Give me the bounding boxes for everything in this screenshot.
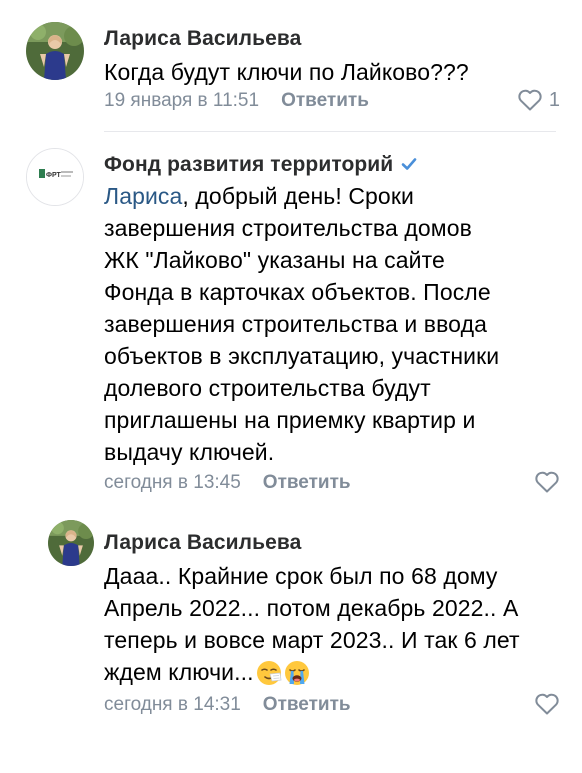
heart-icon [535,471,559,493]
heart-icon [518,89,542,111]
comment-text: Когда будут ключи по Лайково??? [104,59,469,85]
comment-date[interactable]: сегодня в 13:45 [104,472,241,493]
text-line: Лариса, добрый день! Сроки [104,183,414,209]
comment-text: Лариса, добрый день! Сроки завершения ст… [104,180,554,468]
mention-link[interactable]: Лариса [104,183,182,209]
comment-author[interactable]: Фонд развития территорий [104,153,419,177]
comment-meta: сегодня в 13:45 Ответить [104,472,351,494]
reply-button[interactable]: Ответить [263,694,351,715]
text-line: объектов в эксплуатацию, участники [104,343,500,369]
text-line: Дааа.. Крайние срок был по 68 дому [104,563,498,589]
comment-date[interactable]: 19 января в 11:51 [104,90,259,111]
sneezing-face-emoji [256,661,282,685]
loudly-crying-face-emoji [284,661,309,685]
like-count: 1 [548,88,560,111]
heart-icon [535,693,559,715]
text-line: долевого строительства будут [104,375,431,401]
svg-text:ФРТ: ФРТ [46,172,62,179]
like-button[interactable] [534,470,560,494]
comment-meta: 19 января в 11:51 Ответить [104,90,369,112]
like-button[interactable] [534,692,560,716]
comment-meta: сегодня в 14:31 Ответить [104,694,351,716]
text-line: приглашены на приемку квартир и [104,407,476,433]
author-name[interactable]: Фонд развития территорий [104,153,393,176]
comment-author[interactable]: Лариса Васильева [104,531,301,555]
text-line: завершения строительства домов [104,215,472,241]
text-line: выдачу ключей. [104,439,275,465]
text-line: Фонда в карточках объектов. После [104,279,491,305]
like-button[interactable]: 1 [517,88,560,112]
text-line: завершения строительства и ввода [104,311,487,337]
text-line: ЖК "Лайково" указаны на сайте [104,247,445,273]
text-line: ждем ключи... [104,656,554,688]
reply-button[interactable]: Ответить [281,90,369,111]
avatar[interactable] [26,22,84,80]
comment-author[interactable]: Лариса Васильева [104,27,301,51]
verified-icon [402,158,417,170]
avatar[interactable] [48,520,94,566]
comment-date[interactable]: сегодня в 14:31 [104,694,241,715]
avatar[interactable]: ФРТ [26,148,84,206]
divider [104,131,556,132]
comment-text: Дааа.. Крайние срок был по 68 дому Апрел… [104,560,554,688]
text-line: теперь и вовсе март 2023.. И так 6 лет [104,627,520,653]
reply-button[interactable]: Ответить [263,472,351,493]
text-line: Апрель 2022... потом декабрь 2022.. А [104,595,519,621]
